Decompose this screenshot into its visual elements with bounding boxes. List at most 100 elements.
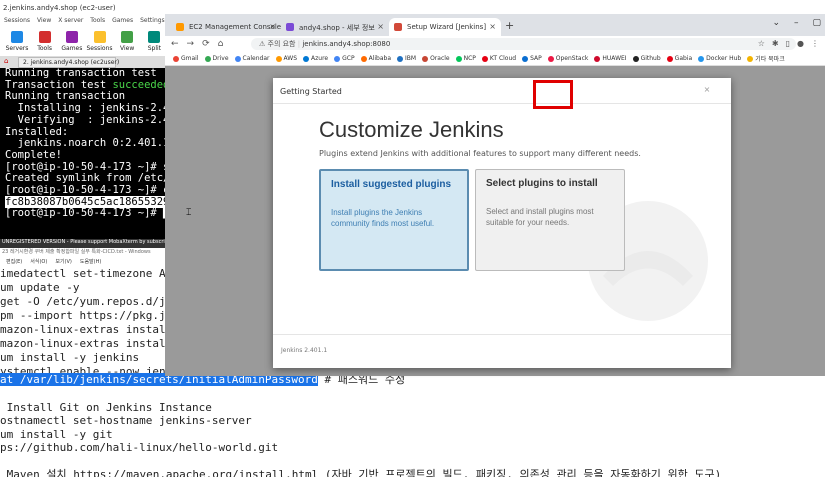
- bookmark-kt-cloud[interactable]: KT Cloud: [481, 52, 517, 65]
- bookmark-favicon-icon: [698, 55, 705, 62]
- tab-jenkins-setup[interactable]: Setup Wizard [Jenkins] ×: [389, 18, 501, 36]
- bookmark-label: OpenStack: [555, 55, 589, 62]
- browser-window: EC2 Management Console × andy4.shop - 세부…: [165, 14, 825, 376]
- notepad-menu-item[interactable]: 도움말(H): [80, 258, 101, 268]
- bookmark-기타-북마크[interactable]: 기타 북마크: [747, 52, 785, 65]
- toolbar-servers-button[interactable]: Servers: [6, 28, 28, 56]
- terminal-menu-item[interactable]: Games: [112, 17, 133, 28]
- close-tab-icon[interactable]: ×: [489, 22, 496, 31]
- bookmark-alibaba[interactable]: Alibaba: [360, 52, 391, 65]
- bookmark-openstack[interactable]: OpenStack: [547, 52, 589, 65]
- minimize-icon[interactable]: –: [794, 18, 799, 28]
- tab-andy4-details[interactable]: andy4.shop - 세부 정보 ×: [281, 18, 389, 36]
- mouse-cursor-icon: ⌶: [186, 208, 192, 218]
- bookmark-aws[interactable]: AWS: [275, 52, 298, 65]
- tab-ec2-console[interactable]: EC2 Management Console ×: [171, 18, 281, 36]
- security-label[interactable]: 주의 요함: [268, 40, 296, 48]
- route53-favicon-icon: [286, 23, 294, 31]
- home-icon[interactable]: ⌂: [4, 57, 8, 65]
- card-title: Select plugins to install: [486, 178, 598, 189]
- terminal-menu-item[interactable]: Sessions: [4, 17, 30, 28]
- terminal-menu-item[interactable]: X server: [58, 17, 83, 28]
- warning-icon[interactable]: ⚠: [259, 40, 265, 48]
- terminal-line: [root@ip-10-50-4-173 ~]# █: [5, 208, 165, 220]
- install-suggested-plugins-button[interactable]: Install suggested plugins Install plugin…: [319, 169, 469, 271]
- terminal-menu-item[interactable]: Tools: [90, 17, 105, 28]
- bookmark-gcp[interactable]: GCP: [334, 52, 355, 65]
- terminal-menu-item[interactable]: Settings: [140, 17, 165, 28]
- toolbar-games-button[interactable]: Games: [61, 28, 82, 56]
- card-description: Install plugins the Jenkins community fi…: [331, 208, 435, 228]
- bookmark-gabia[interactable]: Gabia: [666, 52, 693, 65]
- bookmark-label: Github: [640, 55, 661, 62]
- bookmark-docker-hub[interactable]: Docker Hub: [698, 52, 741, 65]
- dialog-subtitle: Plugins extend Jenkins with additional f…: [319, 149, 641, 158]
- maximize-icon[interactable]: ▢: [812, 18, 821, 28]
- dialog-title: Customize Jenkins: [319, 117, 504, 142]
- toolbar-tools-button[interactable]: Tools: [34, 28, 55, 56]
- close-tab-icon[interactable]: ×: [269, 22, 276, 31]
- bookmark-ncp[interactable]: NCP: [455, 52, 476, 65]
- profile-avatar-icon[interactable]: ●: [797, 39, 804, 48]
- notepad-menu-item[interactable]: 보기(V): [55, 258, 72, 268]
- close-dialog-button[interactable]: ×: [702, 85, 712, 95]
- bookmark-calendar[interactable]: Calendar: [234, 52, 270, 65]
- forward-icon[interactable]: →: [187, 39, 195, 49]
- terminal-output[interactable]: Running transaction test Transaction test…: [0, 67, 165, 239]
- nav-buttons: ← → ⟳ ⌂: [171, 39, 223, 49]
- bookmark-label: 기타 북마크: [755, 56, 785, 63]
- bookmark-label: SAP: [530, 55, 542, 62]
- bookmark-favicon-icon: [455, 55, 462, 62]
- terminal-title: 2.jenkins.andy4.shop (ec2-user): [0, 0, 165, 17]
- url-input[interactable]: ⚠ 주의 요함 | jenkins.andy4.shop:8080: [251, 38, 796, 50]
- toolbar-sessions-button[interactable]: Sessions: [86, 28, 113, 56]
- aws-favicon-icon: [176, 23, 184, 31]
- bookmark-huawei[interactable]: HUAWEI: [594, 52, 627, 65]
- notepad-line: ostnamectl set-hostname jenkins-server: [0, 414, 252, 427]
- bookmark-label: Azure: [311, 55, 329, 62]
- bookmark-gmail[interactable]: Gmail: [173, 52, 199, 65]
- bookmark-oracle[interactable]: Oracle: [422, 52, 450, 65]
- bookmark-label: Drive: [212, 55, 229, 62]
- bookmark-favicon-icon: [303, 55, 310, 62]
- menu-kebab-icon[interactable]: ⋮: [811, 39, 819, 48]
- bookmark-ibm[interactable]: IBM: [397, 52, 416, 65]
- bookmark-favicon-icon: [397, 55, 404, 62]
- bookmark-star-icon[interactable]: ☆: [758, 39, 765, 48]
- back-icon[interactable]: ←: [171, 39, 179, 49]
- bookmark-favicon-icon: [481, 55, 488, 62]
- extensions-icon[interactable]: ✱: [772, 39, 779, 48]
- dialog-header: Getting Started: [273, 78, 731, 104]
- sidepanel-icon[interactable]: ▯: [786, 39, 790, 48]
- bookmark-label: KT Cloud: [489, 55, 517, 62]
- bookmark-label: Gabia: [674, 55, 693, 62]
- reload-icon[interactable]: ⟳: [202, 39, 210, 49]
- notepad-menu-item[interactable]: 편집(E): [6, 258, 22, 268]
- unregistered-banner: UNREGISTERED VERSION - Please support Mo…: [0, 239, 165, 248]
- terminal-menubar: SessionsViewX serverToolsGamesSettingsMa…: [0, 17, 165, 28]
- notepad-line: um update -y: [0, 281, 80, 294]
- chevron-down-icon[interactable]: ⌄: [772, 18, 780, 28]
- bookmarks-bar: Gmail Drive Calendar AWS Azure GCP Alibaba IBM O…: [165, 52, 825, 66]
- notepad-menu-item[interactable]: 서식(O): [30, 258, 47, 268]
- bookmark-label: Docker Hub: [706, 55, 742, 62]
- new-tab-plus-icon[interactable]: +: [505, 19, 514, 32]
- bookmark-favicon-icon: [234, 55, 241, 62]
- home-icon[interactable]: ⌂: [218, 39, 224, 49]
- bookmark-azure[interactable]: Azure: [303, 52, 328, 65]
- select-plugins-button[interactable]: Select plugins to install Select and ins…: [475, 169, 625, 271]
- close-tab-icon[interactable]: ×: [377, 22, 384, 31]
- toolbar-label: Sessions: [86, 45, 113, 52]
- bookmark-favicon-icon: [360, 55, 367, 62]
- toolbar-split-button[interactable]: Split: [144, 28, 165, 56]
- notepad-line: um install -y jenkins: [0, 351, 140, 364]
- bookmark-sap[interactable]: SAP: [522, 52, 542, 65]
- bookmark-drive[interactable]: Drive: [204, 52, 229, 65]
- bookmark-favicon-icon: [204, 55, 211, 62]
- games-icon: [65, 31, 78, 43]
- bookmark-favicon-icon: [632, 55, 639, 62]
- terminal-menu-item[interactable]: View: [37, 17, 51, 28]
- bookmark-label: AWS: [283, 55, 298, 62]
- bookmark-github[interactable]: Github: [632, 52, 661, 65]
- toolbar-view-button[interactable]: View: [117, 28, 138, 56]
